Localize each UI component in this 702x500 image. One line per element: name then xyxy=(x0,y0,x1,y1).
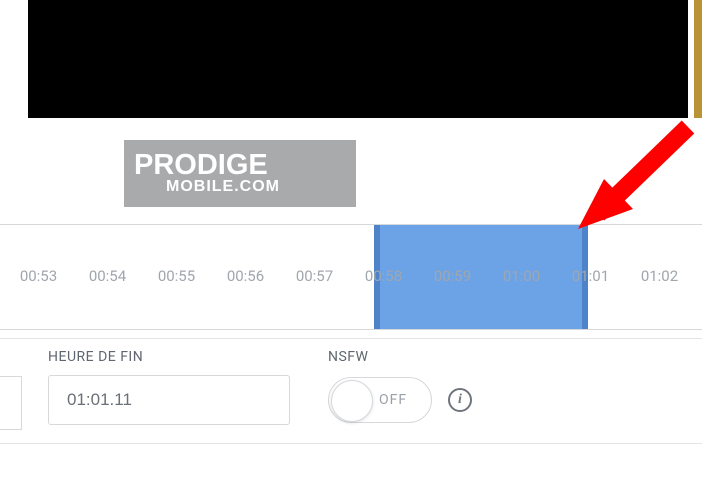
toggle-knob xyxy=(331,380,373,422)
end-time-input[interactable] xyxy=(48,375,290,425)
info-icon[interactable]: i xyxy=(448,388,472,412)
toggle-state-label: OFF xyxy=(379,392,407,408)
watermark-logo: PRODIGE MOBILE.COM xyxy=(124,140,356,207)
timeline-tick: 01:01 xyxy=(556,267,625,285)
end-time-label: HEURE DE FIN xyxy=(48,349,290,365)
timeline-ticks: 00:53 00:54 00:55 00:56 00:57 00:58 00:5… xyxy=(0,267,702,285)
timeline-tick: 00:57 xyxy=(280,267,349,285)
logo-text-bottom: MOBILE.COM xyxy=(166,178,356,196)
end-time-field-group: HEURE DE FIN xyxy=(48,349,290,425)
timeline[interactable]: 00:53 00:54 00:55 00:56 00:57 00:58 00:5… xyxy=(0,224,702,330)
video-preview xyxy=(28,0,688,118)
timeline-tick: 00:54 xyxy=(73,267,142,285)
nsfw-toggle[interactable]: OFF xyxy=(328,377,432,423)
annotation-arrow-icon xyxy=(558,119,702,239)
nsfw-field-group: NSFW OFF i xyxy=(328,349,472,425)
controls-row: HEURE DE FIN NSFW OFF i xyxy=(0,338,702,444)
timeline-tick: 00:53 xyxy=(4,267,73,285)
timeline-tick: 01:00 xyxy=(487,267,556,285)
timeline-tick: 00:55 xyxy=(142,267,211,285)
timeline-tick: 01:02 xyxy=(625,267,694,285)
timeline-tick: 00:59 xyxy=(418,267,487,285)
timeline-tick: 00:56 xyxy=(211,267,280,285)
nsfw-label: NSFW xyxy=(328,349,472,365)
logo-text-top: PRODIGE xyxy=(134,151,356,180)
video-edge-strip xyxy=(694,0,702,118)
timeline-tick: 00:58 xyxy=(349,267,418,285)
